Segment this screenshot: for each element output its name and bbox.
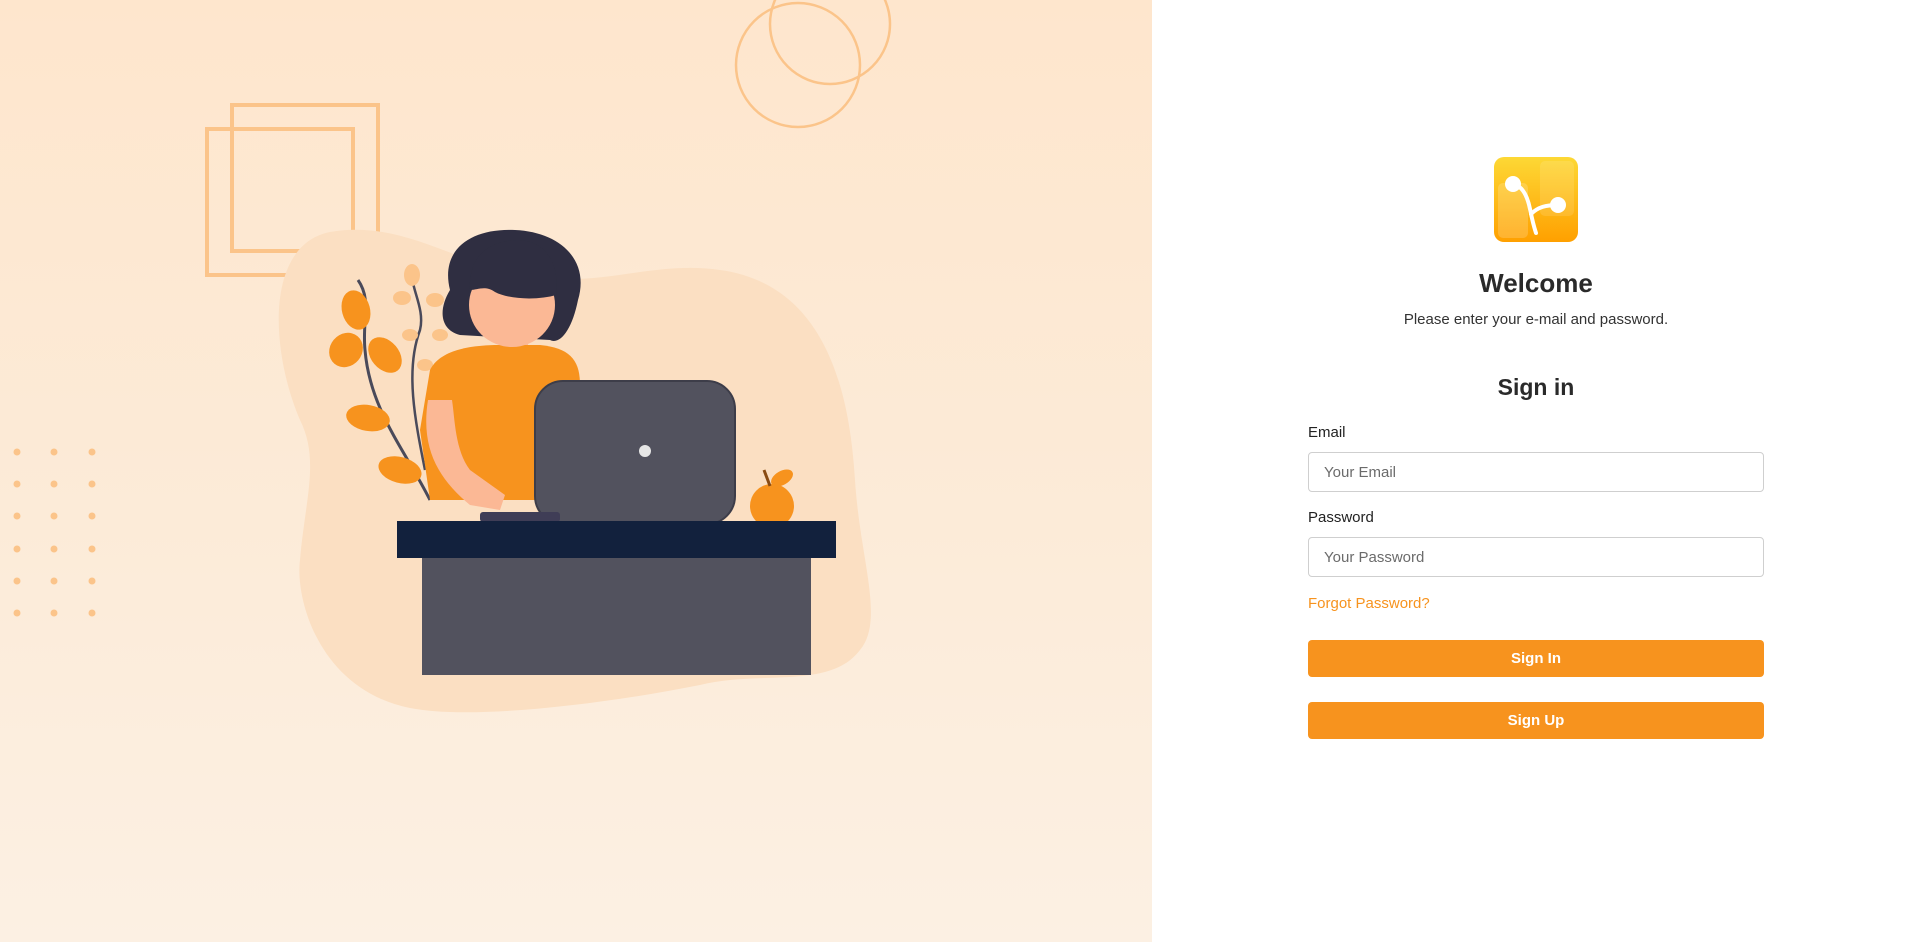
laptop bbox=[534, 380, 736, 525]
laptop-logo bbox=[639, 445, 651, 457]
password-field[interactable] bbox=[1308, 537, 1764, 577]
email-field[interactable] bbox=[1308, 452, 1764, 492]
desk-base bbox=[422, 558, 811, 675]
welcome-subtitle: Please enter your e-mail and password. bbox=[1403, 311, 1669, 328]
sign-in-heading: Sign in bbox=[1497, 374, 1575, 400]
keyboard bbox=[480, 512, 560, 522]
sign-in-panel: Welcome Please enter your e-mail and pas… bbox=[1152, 0, 1920, 942]
password-label: Password bbox=[1308, 509, 1374, 526]
email-label: Email bbox=[1308, 424, 1346, 441]
desk-top bbox=[397, 521, 836, 558]
decor-dot-grid bbox=[13, 448, 96, 617]
branch-logo-icon bbox=[1494, 157, 1578, 242]
woman-at-laptop-illustration bbox=[13, 0, 892, 713]
forgot-password-link[interactable]: Forgot Password? bbox=[1308, 595, 1430, 612]
sign-up-button[interactable]: Sign Up bbox=[1308, 702, 1764, 739]
illustration-panel bbox=[0, 0, 1152, 942]
decor-square bbox=[230, 103, 380, 253]
decor-circle bbox=[734, 1, 862, 129]
sign-in-button[interactable]: Sign In bbox=[1308, 640, 1764, 677]
welcome-title: Welcome bbox=[1479, 268, 1593, 298]
